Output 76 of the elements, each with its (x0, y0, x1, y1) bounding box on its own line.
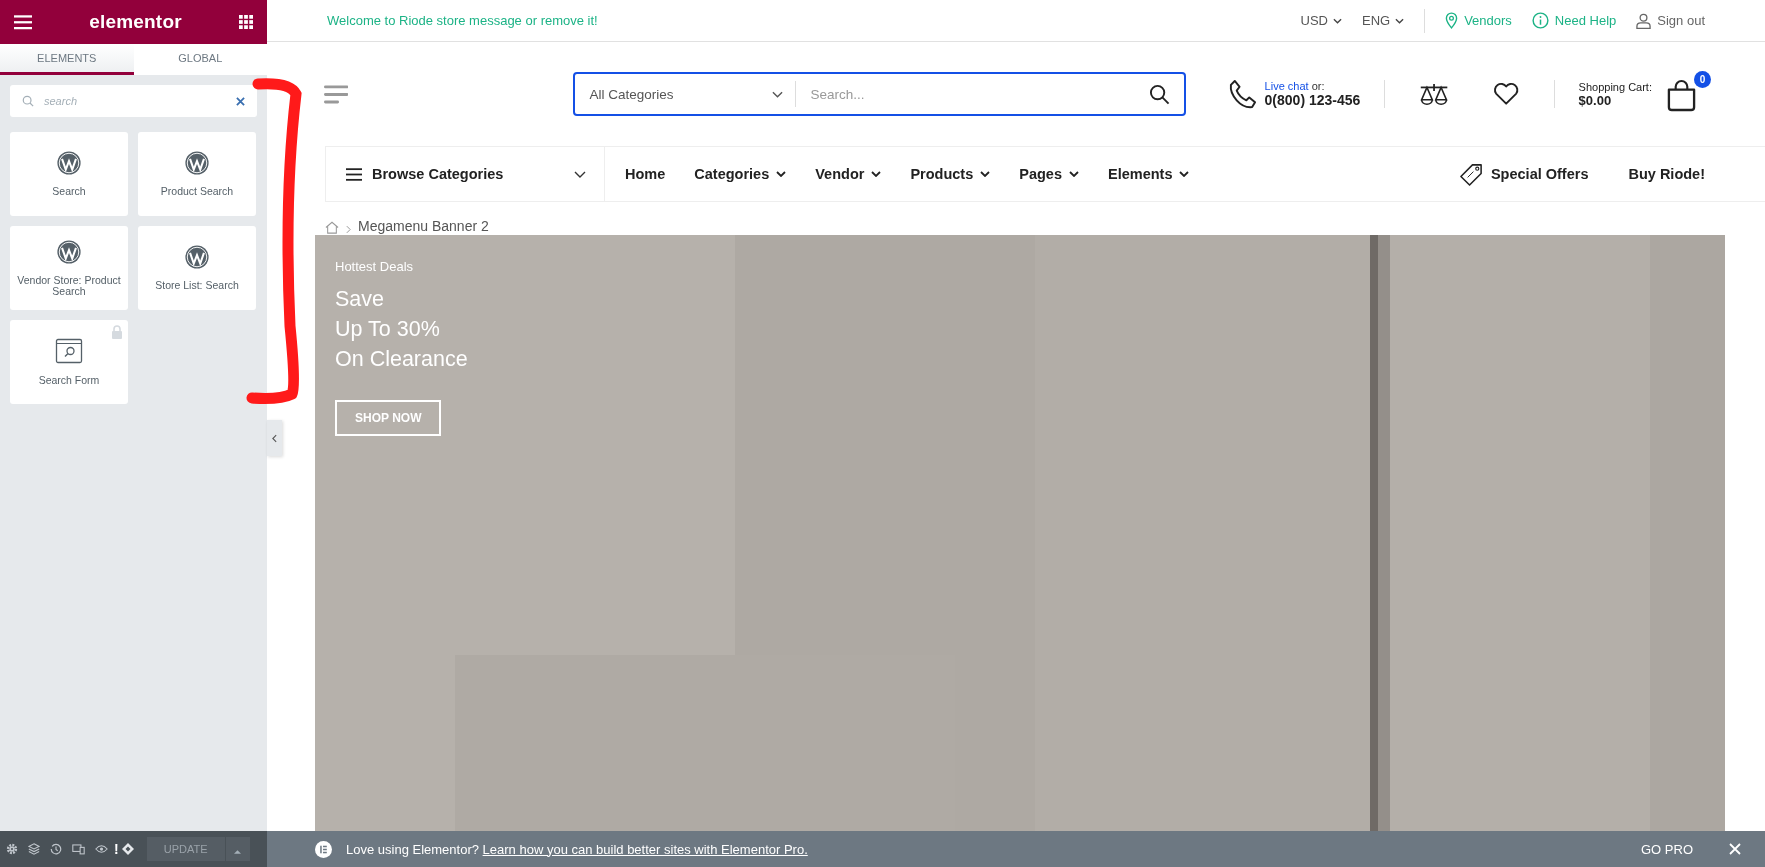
banner-eyebrow: Hottest Deals (335, 259, 414, 274)
layers-icon[interactable] (28, 843, 40, 855)
close-icon[interactable] (1729, 843, 1741, 855)
browse-categories-button[interactable]: Browse Categories (325, 147, 605, 201)
chevron-icon (772, 90, 784, 98)
chevron-icon (1069, 171, 1079, 177)
wordpress-icon (56, 150, 82, 177)
settings-icon[interactable] (6, 843, 18, 855)
heart-icon[interactable] (1493, 82, 1520, 106)
location-pin-icon (1445, 12, 1459, 29)
alert-mark: ! (114, 841, 119, 857)
chevron-icon (346, 225, 351, 234)
chevron-icon (1333, 17, 1342, 24)
clear-icon[interactable] (236, 96, 245, 106)
promo-link[interactable]: Learn how you can build better sites with Elementor Pro. (482, 841, 808, 857)
nav-link[interactable]: Special Offers (1458, 161, 1589, 187)
collapse-panel-button[interactable] (267, 420, 282, 456)
history-icon[interactable] (50, 843, 62, 855)
widget-card[interactable]: Search (10, 132, 128, 216)
chevron-icon (1395, 17, 1405, 24)
banner-headline: Up To 30% (335, 316, 441, 343)
widget-card[interactable]: Store List: Search (138, 226, 256, 310)
search-field[interactable]: search (10, 85, 257, 117)
shopping-bag-icon[interactable] (1666, 78, 1697, 112)
cart-total: $0.00 (1578, 92, 1612, 108)
cart-label: Shopping Cart: (1578, 80, 1652, 93)
chevron-icon (980, 171, 991, 177)
breadcrumb-current: Megamenu Banner 2 (358, 218, 489, 234)
update-options-button[interactable] (225, 837, 250, 861)
cart-count-badge: 0 (1694, 70, 1711, 88)
search-form-icon (55, 337, 83, 366)
phone-icon (1227, 78, 1257, 110)
nav-link[interactable]: Categories (694, 166, 787, 182)
currency-dropdown[interactable]: USD (1300, 13, 1342, 28)
chevron-icon (272, 433, 277, 443)
nav-link[interactable]: Buy Riode! (1628, 161, 1705, 187)
info-icon (1531, 12, 1549, 29)
menu-icon[interactable] (14, 14, 32, 30)
user-icon (1636, 12, 1652, 29)
phone-number: 0(800) 123-456 (1264, 92, 1361, 108)
apps-grid-icon[interactable] (239, 15, 253, 29)
language-dropdown[interactable]: ENG (1362, 13, 1405, 28)
elementor-logo-icon (315, 840, 332, 858)
wordpress-icon (184, 244, 210, 271)
search-icon (22, 95, 34, 107)
nav-link[interactable]: Vendor (815, 166, 882, 182)
widget-card[interactable]: Product Search (138, 132, 256, 216)
widget-card[interactable]: Vendor Store: Product Search (10, 226, 128, 310)
responsive-icon[interactable] (72, 843, 85, 855)
chevron-icon (574, 170, 586, 178)
nav-link[interactable]: Pages (1019, 166, 1079, 182)
price-tag-icon (1458, 161, 1484, 187)
nav-link[interactable]: Home (625, 166, 666, 182)
promo-text: Love using Elementor? Learn how you can build better sites with Elementor Pro. (346, 841, 808, 857)
go-pro-link[interactable]: GO PRO (1641, 841, 1693, 857)
live-chat-text: Live chat or: (1264, 80, 1326, 92)
menu-icon (346, 167, 362, 181)
top-link[interactable]: Sign out (1636, 12, 1705, 29)
widget-card[interactable]: Search Form (10, 320, 128, 404)
nav-link[interactable]: Products (910, 166, 991, 182)
home-icon[interactable] (325, 221, 339, 234)
chevron-icon (776, 171, 787, 177)
logo-text: elementor (89, 11, 182, 33)
wordpress-icon (56, 239, 82, 265)
welcome-message: Welcome to Riode store message or remove it! (327, 13, 598, 28)
chevron-icon (1179, 171, 1190, 177)
banner-headline: On Clearance (335, 346, 468, 373)
banner-headline: Save (335, 286, 385, 313)
wordpress-icon (184, 150, 210, 177)
eye-icon[interactable] (95, 844, 108, 854)
caret-icon (234, 848, 242, 854)
chevron-icon (871, 171, 882, 177)
live-chat-link[interactable]: Live chat (1264, 80, 1309, 92)
search-icon[interactable] (1148, 83, 1170, 105)
diamond-icon[interactable] (120, 842, 135, 856)
nav-link[interactable]: Elements (1108, 166, 1190, 182)
